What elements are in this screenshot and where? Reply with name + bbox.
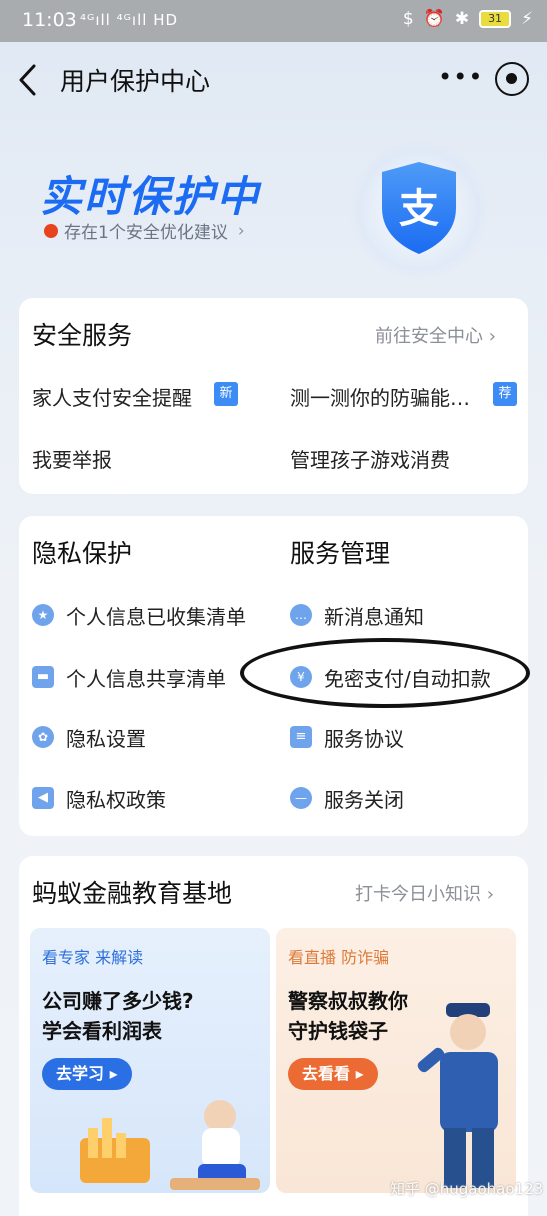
protection-status-title: 实时保护中 <box>40 172 261 221</box>
student-illustration <box>80 1100 260 1190</box>
close-dot <box>506 73 517 84</box>
police-officer-illustration <box>417 1003 498 1188</box>
service-close-item[interactable]: 服务关闭 <box>324 784 404 813</box>
shared-info-list-item[interactable]: 个人信息共享清单 <box>66 663 226 692</box>
chevron-right-icon: › <box>486 884 494 905</box>
privacy-settings-item[interactable]: 隐私设置 <box>66 723 146 752</box>
new-badge: 新 <box>214 382 238 406</box>
more-dots-icon[interactable]: ••• <box>438 62 482 96</box>
edu-headline: 公司赚了多少钱? 学会看利润表 <box>42 986 194 1046</box>
security-service-title: 安全服务 <box>32 321 133 350</box>
family-payment-alert-item[interactable]: 家人支付安全提醒 <box>32 382 192 411</box>
edu-tag: 看直播 防诈骗 <box>288 948 390 967</box>
charging-icon: ⚡ <box>521 9 533 29</box>
zhihu-watermark: 知乎 @hugaohao123 <box>390 1180 544 1198</box>
collected-info-list-item[interactable]: 个人信息已收集清单 <box>66 601 246 630</box>
recommend-badge: 荐 <box>493 382 517 406</box>
status-bar: 11:03 ⁴ᴳıll ⁴ᴳıll HD $ ⏰ ✱ 31 ⚡ <box>0 0 547 42</box>
alipay-shield-icon: 支 <box>382 162 456 254</box>
page-title: 用户保护中心 <box>60 67 211 96</box>
warning-dot-icon <box>44 223 58 238</box>
edu-headline-line2: 学会看利润表 <box>42 1019 162 1043</box>
chevron-right-icon: › <box>237 220 245 241</box>
star-badge-icon: ★ <box>32 604 54 626</box>
service-management-title: 服务管理 <box>290 539 391 568</box>
new-message-notification-item[interactable]: 新消息通知 <box>324 601 424 630</box>
edu-tag: 看专家 来解读 <box>42 948 144 967</box>
shield-logo: 支 <box>344 140 494 280</box>
gear-icon: ✿ <box>32 726 54 748</box>
daily-knowledge-label: 打卡今日小知识 <box>355 884 481 905</box>
edu-headline-line2: 守护钱袋子 <box>288 1019 388 1043</box>
alarm-icon: ⏰ <box>423 9 445 29</box>
chevron-right-icon: › <box>488 326 496 347</box>
speaker-icon: ◀ <box>32 787 54 809</box>
back-button[interactable] <box>14 62 46 98</box>
battery-icon: 31 <box>479 10 512 28</box>
report-item[interactable]: 我要举报 <box>32 444 112 473</box>
edu-card-expert[interactable]: 看专家 来解读 公司赚了多少钱? 学会看利润表 去学习 ▸ <box>30 928 270 1193</box>
nav-header: 用户保护中心 ••• <box>0 42 547 118</box>
folder-icon: ▬ <box>32 666 54 688</box>
edu-headline: 警察叔叔教你 守护钱袋子 <box>288 986 408 1046</box>
go-watch-button[interactable]: 去看看 ▸ <box>288 1058 378 1090</box>
service-agreement-item[interactable]: 服务协议 <box>324 723 404 752</box>
status-time: 11:03 <box>22 9 77 31</box>
network-indicator: ⁴ᴳıll ⁴ᴳıll HD <box>80 11 179 29</box>
shield-glyph: 支 <box>399 186 439 232</box>
security-service-card: 安全服务 前往安全中心 › 家人支付安全提醒 新 测一测你的防骗能… 荐 我要举… <box>19 298 528 494</box>
highlight-ellipse-annotation <box>240 638 530 708</box>
privacy-title: 隐私保护 <box>32 539 133 568</box>
anti-fraud-test-item[interactable]: 测一测你的防骗能… <box>290 382 470 411</box>
document-icon: ≡ <box>290 726 312 748</box>
privacy-policy-item[interactable]: 隐私权政策 <box>66 784 166 813</box>
chat-bubble-icon: … <box>290 604 312 626</box>
education-title: 蚂蚁金融教育基地 <box>32 879 233 908</box>
back-arrow-icon <box>19 64 36 96</box>
child-game-spending-item[interactable]: 管理孩子游戏消费 <box>290 444 450 473</box>
go-learn-button[interactable]: 去学习 ▸ <box>42 1058 132 1090</box>
edu-headline-line1: 警察叔叔教你 <box>288 989 408 1013</box>
optimization-suggestion-link[interactable]: 存在1个安全优化建议 › <box>44 218 245 243</box>
go-security-center-label: 前往安全中心 <box>375 326 483 347</box>
alipay-status-icon: $ <box>402 9 414 29</box>
mini-program-close-icon[interactable] <box>495 62 529 96</box>
daily-knowledge-link[interactable]: 打卡今日小知识 › <box>355 880 494 906</box>
status-icons: $ ⏰ ✱ 31 ⚡ <box>403 9 533 29</box>
edu-card-police[interactable]: 看直播 防诈骗 警察叔叔教你 守护钱袋子 去看看 ▸ <box>276 928 516 1193</box>
suggestion-text: 存在1个安全优化建议 <box>64 223 228 243</box>
edu-headline-line1: 公司赚了多少钱? <box>42 989 194 1013</box>
bluetooth-icon: ✱ <box>454 9 470 29</box>
minus-circle-icon: — <box>290 787 312 809</box>
go-security-center-link[interactable]: 前往安全中心 › <box>375 322 496 348</box>
